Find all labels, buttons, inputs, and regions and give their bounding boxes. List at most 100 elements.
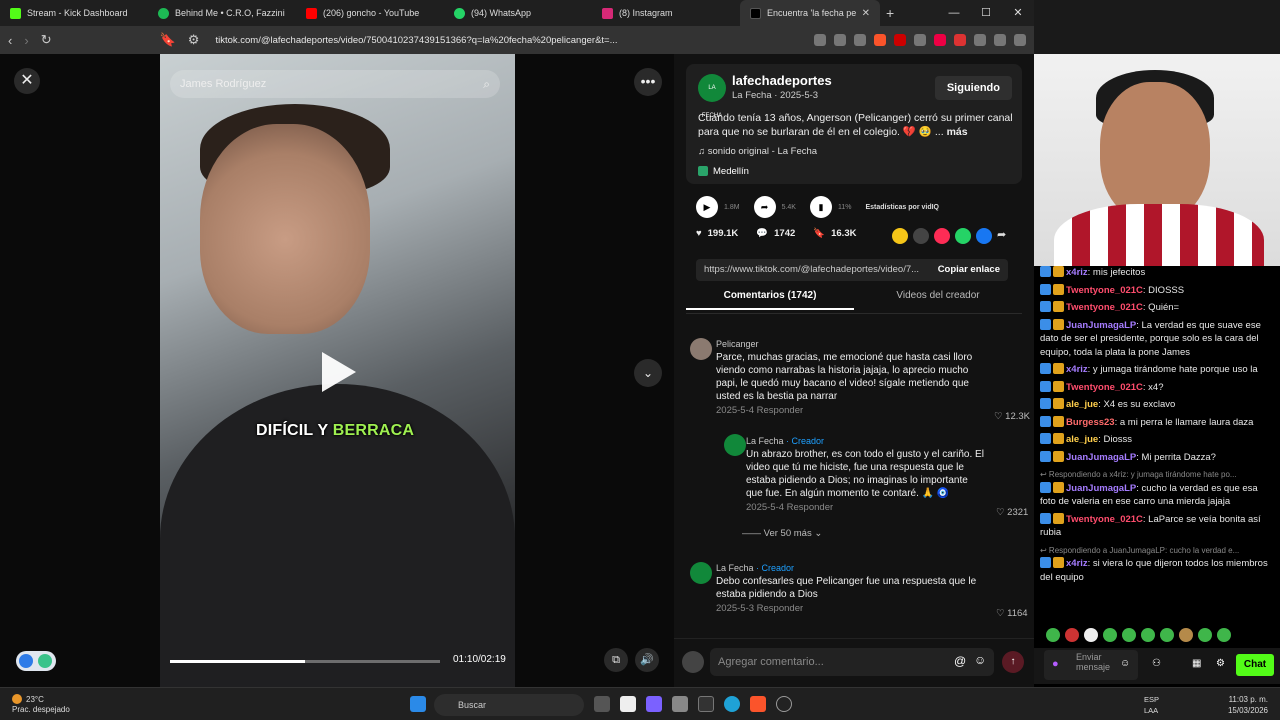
comment-like-button[interactable]: ♡ 12.3K <box>994 411 1030 422</box>
emote-icon[interactable] <box>1084 628 1098 642</box>
more-link[interactable]: más <box>947 126 968 138</box>
terminal-icon[interactable] <box>698 696 714 712</box>
tab-youtube[interactable]: (206) goncho - YouTube <box>296 0 444 26</box>
author-avatar[interactable]: LA FECHA <box>698 74 726 119</box>
menu-icon[interactable] <box>1014 34 1026 46</box>
bookmark-icon[interactable]: 🔖 <box>813 228 825 239</box>
emote-icon[interactable] <box>1217 628 1231 642</box>
video-progress-bar[interactable] <box>170 660 440 663</box>
tab-creator-videos[interactable]: Videos del creador <box>854 290 1022 301</box>
url-input[interactable]: tiktok.com/@lafechadeportes/video/750041… <box>215 35 617 46</box>
embed-icon[interactable] <box>913 228 929 244</box>
video-search-input[interactable]: James Rodríguez ⌕ <box>170 70 500 98</box>
brave-shield-icon[interactable] <box>874 34 886 46</box>
emote-icon[interactable] <box>1179 628 1193 642</box>
comment-like-button[interactable]: ♡ 2321 <box>996 507 1028 518</box>
more-options-button[interactable]: ••• <box>634 68 662 96</box>
like-icon[interactable]: ♥ <box>696 228 702 239</box>
chat-username[interactable]: Twentyone_021C <box>1066 285 1143 296</box>
chat-username[interactable]: Twentyone_021C <box>1066 382 1143 393</box>
volume-button[interactable]: 🔊 <box>635 648 659 672</box>
site-settings-icon[interactable]: ⚙ <box>188 32 200 48</box>
maximize-icon[interactable]: ☐ <box>970 0 1002 26</box>
minimize-icon[interactable]: — <box>938 0 970 26</box>
back-icon[interactable]: ‹ <box>8 33 12 48</box>
sound-link[interactable]: ♫ sonido original - La Fecha <box>698 146 817 157</box>
whatsapp-share-icon[interactable] <box>955 228 971 244</box>
reload-icon[interactable]: ↻ <box>41 32 52 48</box>
chat-username[interactable]: Twentyone_021C <box>1066 514 1143 525</box>
extension-b-icon[interactable] <box>934 34 946 46</box>
tab-whatsapp[interactable]: (94) WhatsApp <box>444 0 592 26</box>
following-button[interactable]: Siguiendo <box>934 76 1012 100</box>
file-explorer-icon[interactable] <box>594 696 610 712</box>
tab-instagram[interactable]: (8) Instagram <box>592 0 740 26</box>
store-app-icon[interactable] <box>672 696 688 712</box>
close-window-icon[interactable]: ✕ <box>1002 0 1034 26</box>
view-more-replies[interactable]: —— Ver 50 más ⌄ <box>742 528 822 539</box>
close-tab-icon[interactable]: ✕ <box>862 8 870 19</box>
mic-icon[interactable]: ● <box>1052 658 1059 670</box>
chat-username[interactable]: JuanJumagaLP <box>1066 452 1136 463</box>
comment-meta[interactable]: 2025-5-4 Responder <box>746 502 986 513</box>
emoji-icon[interactable]: ☺ <box>974 653 986 667</box>
emote-icon[interactable] <box>1103 628 1117 642</box>
chat-username[interactable]: Burgess23 <box>1066 417 1115 428</box>
video-player[interactable]: James Rodríguez ⌕ DIFÍCIL Y BERRACA <box>160 54 515 687</box>
comment-like-button[interactable]: ♡ 1164 <box>996 608 1028 619</box>
chat-username[interactable]: JuanJumagaLP <box>1066 320 1136 331</box>
chat-username[interactable]: JuanJumagaLP <box>1066 483 1136 494</box>
facebook-share-icon[interactable] <box>976 228 992 244</box>
chat-username[interactable]: x4riz <box>1066 267 1088 278</box>
mention-icon[interactable]: @ <box>954 654 966 668</box>
share-arrow-icon[interactable]: ➦ <box>997 228 1013 244</box>
reply-avatar[interactable] <box>724 434 746 456</box>
store-icon[interactable]: ▦ <box>1192 658 1201 669</box>
windows-start-icon[interactable] <box>410 696 426 712</box>
emote-icon[interactable] <box>1046 628 1060 642</box>
comment-meta[interactable]: 2025-5-4 Responder <box>716 405 986 416</box>
close-viewer-button[interactable]: ✕ <box>14 68 40 94</box>
post-comment-button[interactable]: ↑ <box>1002 651 1024 673</box>
chat-username[interactable]: Twentyone_021C <box>1066 302 1143 313</box>
autoscroll-toggle[interactable] <box>16 651 56 671</box>
rewards-icon[interactable] <box>894 34 906 46</box>
weather-widget[interactable]: 23°C Prac. despejado <box>12 694 70 715</box>
screenshot-icon[interactable] <box>834 34 846 46</box>
clock[interactable]: 11:03 p. m. 15/03/2026 <box>1228 694 1268 716</box>
chat-send-button[interactable]: Chat <box>1236 654 1274 676</box>
chat-username[interactable]: x4riz <box>1066 558 1088 569</box>
comment-meta[interactable]: 2025-5-3 Responder <box>716 603 986 614</box>
users-icon[interactable]: ⚇ <box>1152 658 1161 669</box>
emote-icon[interactable] <box>1065 628 1079 642</box>
chat-username[interactable]: x4riz <box>1066 364 1088 375</box>
forward-icon[interactable]: › <box>24 33 28 48</box>
taskbar-search[interactable]: Buscar <box>434 694 584 716</box>
play-icon[interactable] <box>322 352 356 392</box>
emote-icon[interactable] <box>1122 628 1136 642</box>
comment-input[interactable]: Agregar comentario... <box>710 648 994 676</box>
edge-icon[interactable] <box>724 696 740 712</box>
emoji-icon[interactable]: ☺ <box>1120 658 1130 669</box>
tab-kick-dashboard[interactable]: Stream - Kick Dashboard <box>0 0 148 26</box>
capcut-icon[interactable] <box>620 696 636 712</box>
translate-icon[interactable] <box>814 34 826 46</box>
chat-username[interactable]: ale_jue <box>1066 399 1098 410</box>
next-video-button[interactable]: ⌄ <box>634 359 662 387</box>
search-icon[interactable]: ⌕ <box>483 70 490 98</box>
tab-comments[interactable]: Comentarios (1742) <box>686 290 854 310</box>
new-tab-button[interactable]: + <box>886 5 894 21</box>
send-icon[interactable] <box>934 228 950 244</box>
puzzle-icon[interactable] <box>974 34 986 46</box>
author-username[interactable]: lafechadeportes <box>732 73 832 88</box>
tab-tiktok[interactable]: Encuentra 'la fecha pelica✕ <box>740 0 880 26</box>
bookmark-icon[interactable]: 🔖 <box>160 32 176 48</box>
pip-button[interactable]: ⧉ <box>604 648 628 672</box>
post-link-field[interactable]: https://www.tiktok.com/@lafechadeportes/… <box>696 259 1008 281</box>
emote-icon[interactable] <box>1160 628 1174 642</box>
commenter-avatar[interactable] <box>690 562 712 584</box>
tab-spotify[interactable]: Behind Me • C.R.O, Fazzini <box>148 0 296 26</box>
copilot-icon[interactable] <box>646 696 662 712</box>
extension-c-icon[interactable] <box>954 34 966 46</box>
repost-icon[interactable] <box>892 228 908 244</box>
